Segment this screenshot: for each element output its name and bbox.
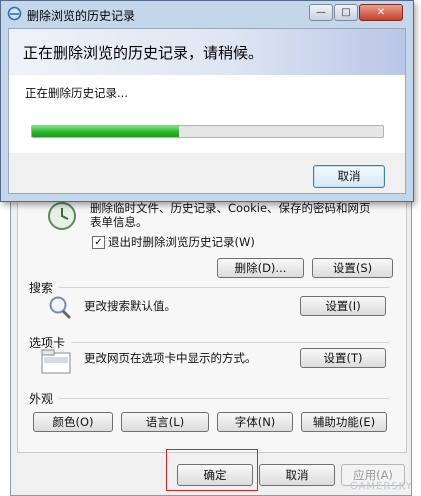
close-icon[interactable]: ✕ [359, 4, 403, 21]
history-icon [48, 202, 76, 230]
history-settings-button[interactable]: 设置(S) [312, 258, 393, 278]
delete-on-exit-checkbox[interactable]: ✓ [92, 236, 105, 249]
tabs-section-divider [71, 342, 389, 343]
tabs-icon [41, 349, 71, 374]
delete-history-progress-dialog: 删除浏览的历史记录 — □ ✕ 正在删除浏览的历史记录，请稍候。 正在删除历史记… [0, 0, 414, 202]
magnifier-icon [49, 296, 72, 320]
internet-options-window: 删除临时文件、历史记录、Cookie、保存的密码和网页 表单信息。 ✓ 退出时删… [10, 170, 412, 496]
ok-button[interactable]: 确定 [177, 464, 253, 486]
minimize-icon[interactable]: — [309, 4, 333, 21]
dialog-status-text: 正在删除历史记录... [25, 86, 128, 100]
languages-button[interactable]: 语言(L) [121, 412, 209, 432]
search-description: 更改搜索默认值。 [84, 299, 176, 313]
dialog-client-area: 正在删除浏览的历史记录，请稍候。 正在删除历史记录... 取消 [8, 28, 406, 194]
dialog-heading: 正在删除浏览的历史记录，请稍候。 [23, 44, 264, 62]
appearance-section-label: 外观 [29, 392, 54, 406]
dialog-cancel-button[interactable]: 取消 [313, 165, 385, 188]
history-description-line2: 表单信息。 [90, 215, 148, 229]
progress-bar-fill [32, 126, 180, 137]
tabs-description: 更改网页在选项卡中显示的方式。 [84, 351, 257, 365]
history-description-line1: 删除临时文件、历史记录、Cookie、保存的密码和网页 [90, 201, 371, 215]
accessibility-button[interactable]: 辅助功能(E) [301, 412, 387, 432]
search-settings-button[interactable]: 设置(I) [300, 296, 386, 316]
watermark: GAMERSKY [349, 481, 413, 492]
maximize-icon[interactable]: □ [334, 4, 358, 21]
delete-on-exit-label: 退出时删除浏览历史记录(W) [108, 235, 255, 249]
options-cancel-button[interactable]: 取消 [259, 464, 335, 486]
dialog-progress-area: 正在删除历史记录... [9, 75, 405, 153]
appearance-section-divider [59, 398, 389, 399]
ie-app-icon [7, 6, 22, 21]
tabs-settings-button[interactable]: 设置(T) [300, 348, 386, 368]
colors-button[interactable]: 颜色(O) [33, 412, 113, 432]
dialog-title: 删除浏览的历史记录 [27, 9, 136, 23]
dialog-banner: 正在删除浏览的历史记录，请稍候。 [9, 29, 405, 75]
search-section-label: 搜索 [29, 281, 54, 295]
fonts-button[interactable]: 字体(N) [217, 412, 293, 432]
search-section-divider [59, 287, 389, 288]
progress-bar [31, 125, 384, 138]
delete-history-button[interactable]: 删除(D)... [217, 258, 304, 278]
